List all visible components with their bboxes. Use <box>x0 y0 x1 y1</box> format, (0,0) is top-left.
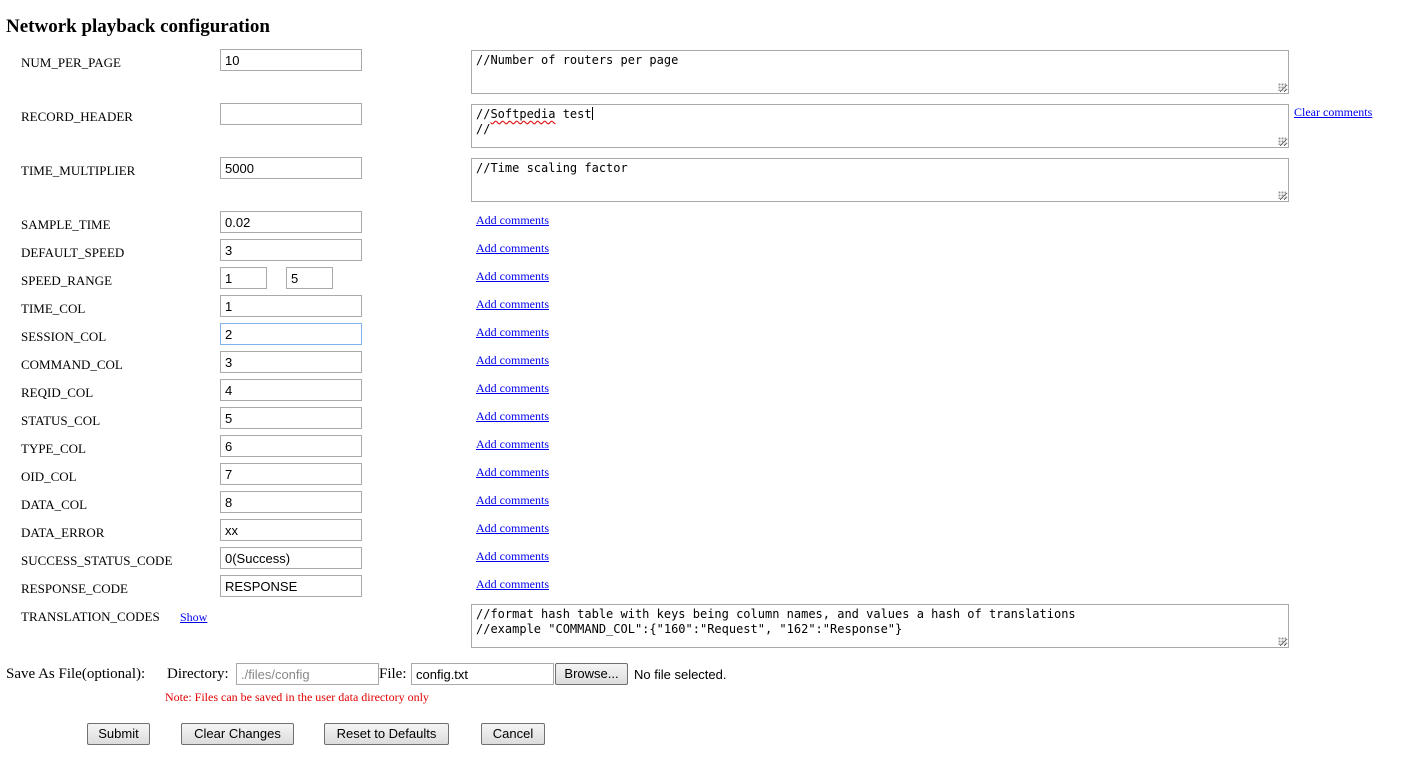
browse-button[interactable]: Browse... <box>555 663 628 685</box>
field-label: DATA_ERROR <box>21 525 105 540</box>
time-col-input[interactable] <box>220 295 362 317</box>
field-label: SPEED_RANGE <box>21 273 113 288</box>
show-translation-codes-link[interactable]: Show <box>180 610 207 625</box>
add-comments-link[interactable]: Add comments <box>476 437 549 452</box>
add-comments-link[interactable]: Add comments <box>476 297 549 312</box>
clear-changes-button[interactable]: Clear Changes <box>181 723 294 745</box>
field-label: TIME_COL <box>21 301 86 316</box>
add-comments-link[interactable]: Add comments <box>476 241 549 256</box>
add-comments-link[interactable]: Add comments <box>476 325 549 340</box>
comment-text: //Time scaling factor <box>476 161 628 175</box>
num-per-page-input[interactable] <box>220 49 362 71</box>
field-row-default-speed: DEFAULT_SPEED Add comments <box>0 239 1402 263</box>
field-row-sample-time: SAMPLE_TIME Add comments <box>0 211 1402 235</box>
submit-button[interactable]: Submit <box>87 723 150 745</box>
field-row-data-error: DATA_ERROR Add comments <box>0 519 1402 543</box>
add-comments-link[interactable]: Add comments <box>476 409 549 424</box>
directory-label: Directory: <box>167 666 229 682</box>
field-row-response-code: RESPONSE_CODE Add comments <box>0 575 1402 599</box>
translation-codes-comment[interactable]: //format hash table with keys being colu… <box>471 604 1289 648</box>
field-row-speed-range: SPEED_RANGE Add comments <box>0 267 1402 291</box>
field-label: DEFAULT_SPEED <box>21 245 125 260</box>
save-as-file-label: Save As File(optional): <box>6 666 146 682</box>
data-col-input[interactable] <box>220 491 362 513</box>
speed-range-max-input[interactable] <box>286 267 333 289</box>
field-row-status-col: STATUS_COL Add comments <box>0 407 1402 431</box>
field-label: TIME_MULTIPLIER <box>21 163 136 178</box>
field-label: COMMAND_COL <box>21 357 123 372</box>
add-comments-link[interactable]: Add comments <box>476 549 549 564</box>
field-row-oid-col: OID_COL Add comments <box>0 463 1402 487</box>
field-label: TRANSLATION_CODES <box>21 609 160 624</box>
resize-grip-icon[interactable] <box>1278 83 1286 91</box>
field-label: DATA_COL <box>21 497 88 512</box>
field-row-reqid-col: REQID_COL Add comments <box>0 379 1402 403</box>
add-comments-link[interactable]: Add comments <box>476 493 549 508</box>
comment-text: //format hash table with keys being colu… <box>476 607 1076 621</box>
field-row-session-col: SESSION_COL Add comments <box>0 323 1402 347</box>
success-status-code-input[interactable] <box>220 547 362 569</box>
add-comments-link[interactable]: Add comments <box>476 269 549 284</box>
add-comments-link[interactable]: Add comments <box>476 577 549 592</box>
num-per-page-comment[interactable]: //Number of routers per page <box>471 50 1289 94</box>
clear-comments-link[interactable]: Clear comments <box>1294 105 1372 120</box>
field-label: SAMPLE_TIME <box>21 217 111 232</box>
field-label: REQID_COL <box>21 385 94 400</box>
field-label: OID_COL <box>21 469 77 484</box>
no-file-selected-text: No file selected. <box>634 667 727 682</box>
status-col-input[interactable] <box>220 407 362 429</box>
cancel-button[interactable]: Cancel <box>481 723 545 745</box>
reqid-col-input[interactable] <box>220 379 362 401</box>
sample-time-input[interactable] <box>220 211 362 233</box>
add-comments-link[interactable]: Add comments <box>476 521 549 536</box>
file-label: File: <box>379 666 407 682</box>
field-row-time-col: TIME_COL Add comments <box>0 295 1402 319</box>
resize-grip-icon[interactable] <box>1278 137 1286 145</box>
field-label: NUM_PER_PAGE <box>21 55 121 70</box>
comment-text: // <box>476 107 491 121</box>
resize-grip-icon[interactable] <box>1278 191 1286 199</box>
comment-text: test <box>555 107 592 121</box>
page-title: Network playback configuration <box>6 16 270 37</box>
oid-col-input[interactable] <box>220 463 362 485</box>
data-error-input[interactable] <box>220 519 362 541</box>
speed-range-min-input[interactable] <box>220 267 267 289</box>
directory-input <box>236 663 379 685</box>
field-row-data-col: DATA_COL Add comments <box>0 491 1402 515</box>
text-caret <box>591 107 593 120</box>
field-row-success-status-code: SUCCESS_STATUS_CODE Add comments <box>0 547 1402 571</box>
field-label: RECORD_HEADER <box>21 109 133 124</box>
response-code-input[interactable] <box>220 575 362 597</box>
add-comments-link[interactable]: Add comments <box>476 353 549 368</box>
reset-to-defaults-button[interactable]: Reset to Defaults <box>324 723 449 745</box>
add-comments-link[interactable]: Add comments <box>476 213 549 228</box>
time-multiplier-input[interactable] <box>220 157 362 179</box>
field-label: STATUS_COL <box>21 413 101 428</box>
record-header-comment[interactable]: //Softpedia test // <box>471 104 1289 148</box>
field-label: TYPE_COL <box>21 441 86 456</box>
comment-text: // <box>476 122 491 136</box>
comment-text: //Number of routers per page <box>476 53 679 67</box>
misspelled-word: Softpedia <box>490 107 556 121</box>
field-label: RESPONSE_CODE <box>21 581 128 596</box>
comment-text: //example "COMMAND_COL":{"160":"Request"… <box>476 622 903 636</box>
file-name-input[interactable] <box>411 663 554 685</box>
field-row-command-col: COMMAND_COL Add comments <box>0 351 1402 375</box>
field-label: SESSION_COL <box>21 329 107 344</box>
add-comments-link[interactable]: Add comments <box>476 465 549 480</box>
session-col-input[interactable] <box>220 323 362 345</box>
default-speed-input[interactable] <box>220 239 362 261</box>
field-row-type-col: TYPE_COL Add comments <box>0 435 1402 459</box>
command-col-input[interactable] <box>220 351 362 373</box>
save-note: Note: Files can be saved in the user dat… <box>165 690 429 704</box>
record-header-input[interactable] <box>220 103 362 125</box>
add-comments-link[interactable]: Add comments <box>476 381 549 396</box>
resize-grip-icon[interactable] <box>1278 637 1286 645</box>
time-multiplier-comment[interactable]: //Time scaling factor <box>471 158 1289 202</box>
field-label: SUCCESS_STATUS_CODE <box>21 553 173 568</box>
save-as-file-bar: Save As File(optional): Directory: File:… <box>0 663 1402 687</box>
type-col-input[interactable] <box>220 435 362 457</box>
